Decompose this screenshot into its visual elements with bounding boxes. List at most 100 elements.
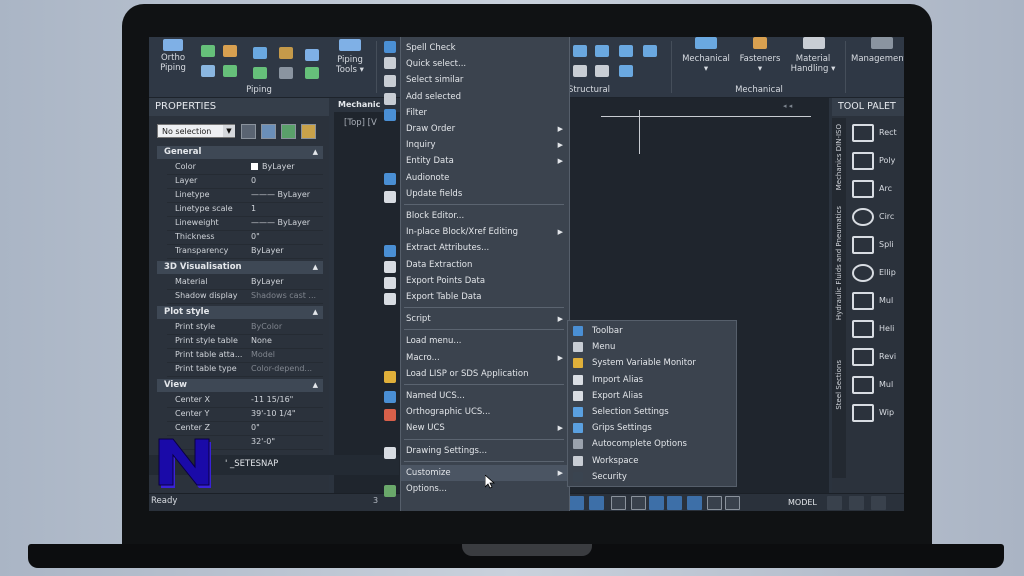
bracing-icon[interactable] xyxy=(643,45,657,57)
filter-icon[interactable] xyxy=(384,109,396,121)
grid-icon[interactable] xyxy=(589,496,604,510)
material-handling-button[interactable]: Material Handling ▾ xyxy=(785,54,841,74)
property-row[interactable]: Linetype scale 1 xyxy=(167,202,323,217)
update-fields-icon[interactable] xyxy=(384,191,396,203)
elbow-icon[interactable] xyxy=(253,47,267,59)
palette-tool-icon[interactable] xyxy=(852,292,874,310)
valve-icon[interactable] xyxy=(223,45,237,57)
menu-item[interactable]: Export Points Data xyxy=(401,273,569,289)
collapse-icon[interactable]: ▲ xyxy=(313,306,318,319)
submenu-item[interactable]: System Variable Monitor xyxy=(568,355,736,371)
etrack-icon[interactable] xyxy=(667,496,682,510)
palette-tool-icon[interactable] xyxy=(852,348,874,366)
menu-item[interactable]: Entity Data ▶ xyxy=(401,153,569,169)
menu-item[interactable]: Block Editor... xyxy=(401,208,569,224)
submenu-item[interactable]: Import Alias xyxy=(568,372,736,388)
property-value[interactable]: Color-depend... xyxy=(251,362,325,376)
support-icon[interactable] xyxy=(305,49,319,61)
options-icon[interactable] xyxy=(384,485,396,497)
submenu-item[interactable]: Workspace xyxy=(568,453,736,469)
menu-item[interactable]: Orthographic UCS... xyxy=(401,404,569,420)
palette-tool-icon[interactable] xyxy=(852,152,874,170)
palette-tool-icon[interactable] xyxy=(852,180,874,198)
collapse-icon[interactable]: ▲ xyxy=(313,146,318,159)
palette-tool-icon[interactable] xyxy=(852,124,874,142)
submenu-item[interactable]: Autocomplete Options xyxy=(568,436,736,452)
property-value[interactable]: 39'-10 1/4" xyxy=(251,407,325,421)
menu-item[interactable]: Filter xyxy=(401,105,569,121)
menu-item[interactable]: In-place Block/Xref Editing ▶ xyxy=(401,224,569,240)
settings-gear-icon[interactable] xyxy=(827,496,842,510)
profile-icon[interactable] xyxy=(573,65,587,77)
property-value[interactable]: 0 xyxy=(251,174,325,188)
export-points-icon[interactable] xyxy=(384,277,396,289)
property-row[interactable]: Print style table None xyxy=(167,334,323,349)
tmode-icon[interactable] xyxy=(707,496,722,510)
property-value[interactable]: 1 xyxy=(251,202,325,216)
workspace-icon[interactable] xyxy=(871,496,886,510)
collapse-icon[interactable]: ▲ xyxy=(313,261,318,274)
beam-icon[interactable] xyxy=(573,45,587,57)
palette-tool-label[interactable]: Wip xyxy=(879,408,894,417)
submenu-item[interactable]: Security xyxy=(568,469,736,485)
menu-item[interactable]: Data Extraction xyxy=(401,257,569,273)
menu-item[interactable]: Spell Check xyxy=(401,40,569,56)
menu-item[interactable]: Add selected xyxy=(401,89,569,105)
stair-icon[interactable] xyxy=(619,65,633,77)
lineweight-icon[interactable] xyxy=(687,496,702,510)
menu-item[interactable]: Quick select... xyxy=(401,56,569,72)
property-value[interactable]: ByColor xyxy=(251,320,325,334)
property-row[interactable]: Print table atta... Model xyxy=(167,348,323,363)
submenu-item[interactable]: Toolbar xyxy=(568,323,736,339)
drawing-settings-icon[interactable] xyxy=(384,447,396,459)
property-value[interactable]: ByLayer xyxy=(251,244,325,258)
audionote-icon[interactable] xyxy=(384,173,396,185)
property-row[interactable]: Material ByLayer xyxy=(167,275,323,290)
property-row[interactable]: Transparency ByLayer xyxy=(167,244,323,259)
selection-cycling-icon[interactable] xyxy=(725,496,740,510)
named-ucs-icon[interactable] xyxy=(384,391,396,403)
palette-tool-label[interactable]: Spli xyxy=(879,240,894,249)
palette-tool-label[interactable]: Poly xyxy=(879,156,895,165)
orthographic-ucs-icon[interactable] xyxy=(384,409,396,421)
extract-attributes-icon[interactable] xyxy=(384,245,396,257)
view-label[interactable]: [Top] [V xyxy=(344,118,377,128)
menu-item[interactable]: Inquiry ▶ xyxy=(401,137,569,153)
palette-tool-icon[interactable] xyxy=(852,320,874,338)
ortho-piping-button[interactable]: Ortho Piping xyxy=(153,53,193,73)
menu-item[interactable]: Audionote xyxy=(401,170,569,186)
palette-tool-label[interactable]: Revi xyxy=(879,352,896,361)
property-row[interactable]: Linetype ——— ByLayer xyxy=(167,188,323,203)
menu-item[interactable]: Named UCS... xyxy=(401,388,569,404)
menu-item[interactable]: Export Table Data xyxy=(401,289,569,305)
property-value[interactable]: ByLayer xyxy=(251,275,325,289)
tee-icon[interactable] xyxy=(253,67,267,79)
fitting-icon[interactable] xyxy=(201,65,215,77)
menu-item[interactable]: Load menu... xyxy=(401,333,569,349)
hanger-icon[interactable] xyxy=(305,67,319,79)
menu-item[interactable]: New UCS ▶ xyxy=(401,420,569,436)
quick-select-icon[interactable] xyxy=(384,57,396,69)
property-row[interactable]: Layer 0 xyxy=(167,174,323,189)
property-row[interactable]: Lineweight ——— ByLayer xyxy=(167,216,323,231)
menu-item[interactable]: Draw Order ▶ xyxy=(401,121,569,137)
data-extraction-icon[interactable] xyxy=(384,261,396,273)
menu-item[interactable]: Macro... ▶ xyxy=(401,350,569,366)
menu-item[interactable]: Update fields xyxy=(401,186,569,202)
fasteners-button[interactable]: Fasteners ▾ xyxy=(735,54,785,74)
menu-item[interactable]: Load LISP or SDS Application xyxy=(401,366,569,382)
ortho-icon[interactable] xyxy=(611,496,626,510)
annotation-scale-icon[interactable] xyxy=(849,496,864,510)
collapse-icon[interactable]: ▲ xyxy=(313,379,318,392)
export-table-icon[interactable] xyxy=(384,293,396,305)
property-value[interactable]: 32'-0" xyxy=(251,435,325,449)
submenu-item[interactable]: Selection Settings xyxy=(568,404,736,420)
viewport-controls[interactable]: ◂ ◂ xyxy=(783,102,792,110)
palette-tool-label[interactable]: Mul xyxy=(879,296,893,305)
property-row[interactable]: Shadow display Shadows cast ... xyxy=(167,289,323,304)
property-value[interactable]: Shadows cast ... xyxy=(251,289,325,303)
palette-tool-label[interactable]: Arc xyxy=(879,184,892,193)
property-value[interactable]: 0" xyxy=(251,230,325,244)
palette-tool-label[interactable]: Heli xyxy=(879,324,894,333)
select-similar-icon[interactable] xyxy=(384,75,396,87)
